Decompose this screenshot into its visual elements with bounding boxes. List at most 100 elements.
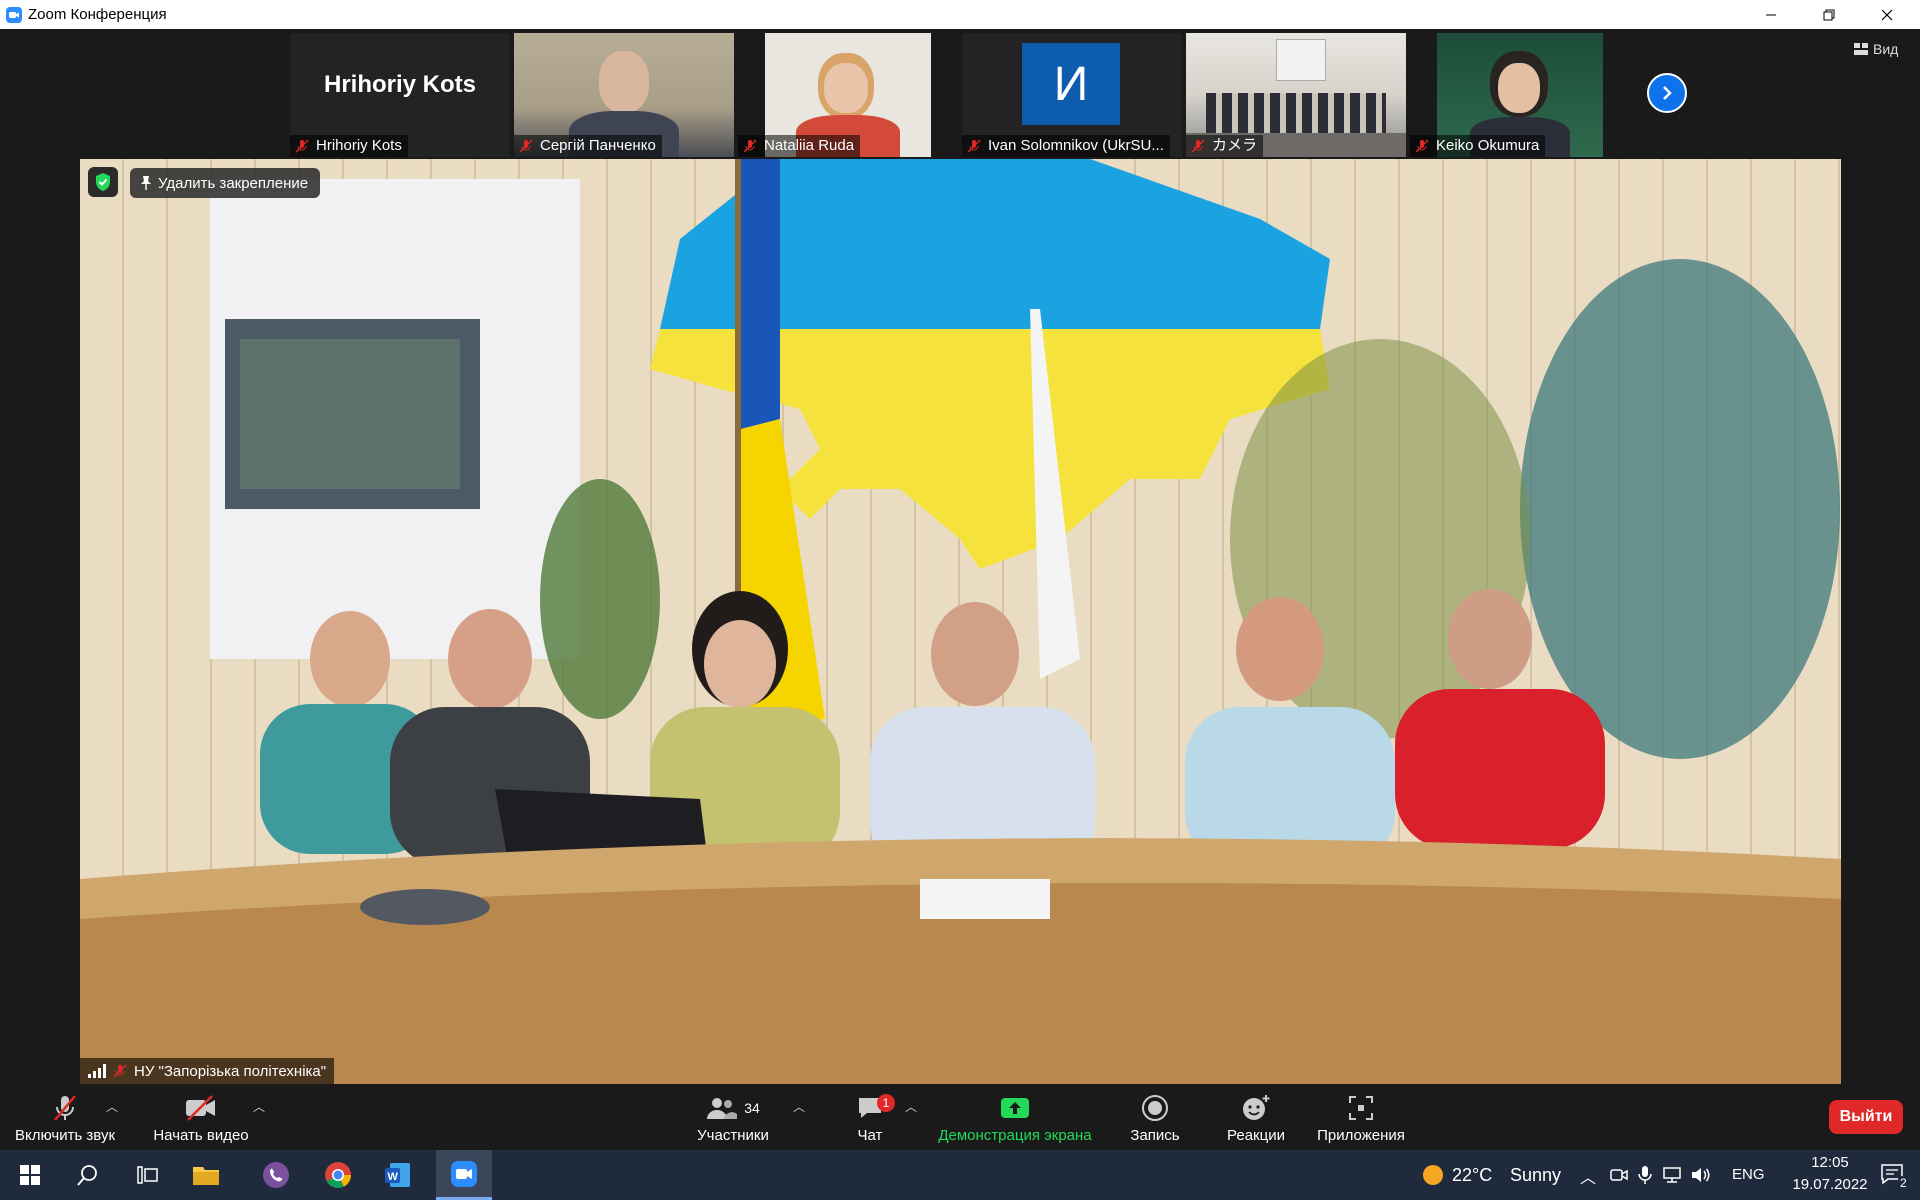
pin-icon bbox=[141, 176, 151, 190]
reactions-button[interactable]: Реакции bbox=[1218, 1084, 1294, 1150]
word-icon: W bbox=[385, 1163, 410, 1187]
view-label: Вид bbox=[1873, 41, 1899, 57]
participant-tile-1[interactable]: Hrihoriy Kots Hrihoriy Kots bbox=[290, 33, 510, 157]
search-icon bbox=[77, 1165, 97, 1186]
taskbar-zoom[interactable] bbox=[436, 1150, 492, 1200]
chevron-right-icon bbox=[1663, 86, 1672, 100]
unmute-button[interactable]: Включить звук bbox=[10, 1084, 120, 1150]
window-titlebar: Zoom Конференция bbox=[0, 0, 1920, 29]
encryption-shield-icon[interactable] bbox=[88, 167, 118, 197]
reactions-icon bbox=[1243, 1094, 1270, 1120]
zoom-icon bbox=[451, 1160, 477, 1187]
start-video-label: Начать видео bbox=[153, 1126, 249, 1144]
meet-now-icon[interactable] bbox=[1610, 1166, 1628, 1184]
meeting-toolbar: Включить звук ︿ Начать видео ︿ 34 Участн… bbox=[0, 1084, 1920, 1150]
chevron-up-icon[interactable]: ︿ bbox=[1580, 1164, 1596, 1188]
participant-name-text: Сергій Панченко bbox=[540, 137, 656, 154]
next-page-button[interactable] bbox=[1647, 73, 1687, 113]
camera-off-icon bbox=[186, 1094, 215, 1121]
weather-sun-icon bbox=[1423, 1165, 1443, 1185]
notifications-count: 2 bbox=[1898, 1176, 1909, 1190]
share-screen-label: Демонстрация экрана bbox=[938, 1126, 1092, 1144]
restore-button[interactable] bbox=[1806, 0, 1852, 29]
share-screen-button[interactable]: Демонстрация экрана bbox=[935, 1084, 1095, 1150]
participant-name: Ivan Solomnikov (UkrSU... bbox=[962, 135, 1170, 157]
mic-muted-icon bbox=[743, 139, 757, 153]
chat-button[interactable]: 1 Чат bbox=[840, 1084, 900, 1150]
record-label: Запись bbox=[1130, 1126, 1180, 1144]
record-icon bbox=[1142, 1094, 1168, 1121]
main-speaker-label: НУ "Запорізька політехніка" bbox=[80, 1058, 335, 1084]
apps-button[interactable]: Приложения bbox=[1312, 1084, 1410, 1150]
leave-button[interactable]: Выйти bbox=[1829, 1100, 1903, 1134]
participant-name-text: カメラ bbox=[1212, 137, 1258, 154]
chat-options-caret[interactable]: ︿ bbox=[905, 1098, 917, 1115]
task-view-icon bbox=[137, 1166, 158, 1184]
participants-options-caret[interactable]: ︿ bbox=[793, 1098, 805, 1115]
folder-icon bbox=[193, 1167, 219, 1185]
svg-text:W: W bbox=[388, 1171, 399, 1183]
record-button[interactable]: Запись bbox=[1122, 1084, 1188, 1150]
language-indicator[interactable]: ENG bbox=[1732, 1166, 1765, 1183]
participants-icon bbox=[707, 1097, 738, 1119]
participant-avatar: И bbox=[1022, 43, 1120, 125]
windows-taskbar: W 22°C Sunny ︿ ENG 12:05 19.07.2022 2 bbox=[0, 1150, 1920, 1200]
minimize-button[interactable] bbox=[1748, 0, 1794, 29]
zoom-app-icon bbox=[6, 6, 22, 23]
microphone-icon[interactable] bbox=[1638, 1165, 1652, 1185]
participant-tile-2[interactable]: Сергій Панченко bbox=[514, 33, 734, 157]
participant-tile-5[interactable]: カメラ bbox=[1186, 33, 1406, 157]
apps-label: Приложения bbox=[1317, 1126, 1405, 1144]
participant-big-name: Hrihoriy Kots bbox=[323, 71, 476, 98]
clock-time[interactable]: 12:05 bbox=[1791, 1154, 1869, 1171]
participant-name: Сергій Панченко bbox=[514, 135, 662, 157]
participant-tile-6[interactable]: Keiko Okumura bbox=[1410, 33, 1630, 157]
mic-off-icon bbox=[54, 1094, 76, 1121]
mic-muted-icon bbox=[967, 139, 981, 153]
main-video[interactable]: Удалить закрепление НУ "Запорізька політ… bbox=[80, 159, 1841, 1084]
mic-muted-icon bbox=[1415, 139, 1429, 153]
chat-label: Чат bbox=[857, 1126, 883, 1144]
reactions-label: Реакции bbox=[1227, 1126, 1285, 1144]
weather-temp[interactable]: 22°C bbox=[1452, 1165, 1492, 1186]
apps-icon bbox=[1349, 1095, 1373, 1120]
window-title: Zoom Конференция bbox=[28, 6, 167, 23]
participant-name-text: Hrihoriy Kots bbox=[316, 137, 402, 154]
participants-button[interactable]: 34 Участники bbox=[682, 1084, 784, 1150]
share-screen-icon bbox=[1001, 1097, 1029, 1118]
view-button[interactable]: Вид bbox=[1854, 41, 1898, 57]
network-icon[interactable] bbox=[1662, 1166, 1682, 1184]
chat-unread-badge: 1 bbox=[877, 1093, 895, 1112]
mic-muted-icon bbox=[295, 139, 309, 153]
unpin-button[interactable]: Удалить закрепление bbox=[130, 168, 321, 198]
audio-options-caret[interactable]: ︿ bbox=[106, 1098, 118, 1115]
chrome-icon bbox=[325, 1162, 351, 1188]
mic-muted-icon bbox=[113, 1064, 127, 1078]
video-options-caret[interactable]: ︿ bbox=[253, 1098, 265, 1115]
taskbar-word[interactable]: W bbox=[374, 1150, 422, 1200]
grid-icon bbox=[1854, 43, 1868, 55]
volume-icon[interactable] bbox=[1690, 1165, 1712, 1185]
participant-strip: Hrihoriy Kots Hrihoriy Kots Сергій Панче… bbox=[0, 29, 1920, 159]
task-view-button[interactable] bbox=[124, 1150, 172, 1200]
signal-strength-icon bbox=[88, 1064, 106, 1078]
participant-name: Keiko Okumura bbox=[1410, 135, 1546, 157]
start-button[interactable] bbox=[6, 1150, 54, 1200]
taskbar-explorer[interactable] bbox=[182, 1150, 230, 1200]
viber-icon bbox=[263, 1162, 289, 1188]
clock-date[interactable]: 19.07.2022 bbox=[1791, 1176, 1869, 1193]
windows-logo-icon bbox=[20, 1165, 40, 1185]
participant-tile-4[interactable]: И Ivan Solomnikov (UkrSU... bbox=[962, 33, 1182, 157]
weather-text[interactable]: Sunny bbox=[1510, 1165, 1561, 1186]
taskbar-viber[interactable] bbox=[252, 1150, 300, 1200]
participant-name-text: Keiko Okumura bbox=[1436, 137, 1540, 154]
start-video-button[interactable]: Начать видео bbox=[146, 1084, 256, 1150]
participants-count: 34 bbox=[744, 1099, 760, 1116]
participant-name-text: Nataliia Ruda bbox=[764, 137, 855, 154]
close-button[interactable] bbox=[1864, 0, 1910, 29]
participant-name: Hrihoriy Kots bbox=[290, 135, 408, 157]
participant-tile-3[interactable]: Nataliia Ruda bbox=[738, 33, 958, 157]
taskbar-chrome[interactable] bbox=[314, 1150, 362, 1200]
participant-name: Nataliia Ruda bbox=[738, 135, 861, 157]
taskbar-search-button[interactable] bbox=[64, 1150, 112, 1200]
